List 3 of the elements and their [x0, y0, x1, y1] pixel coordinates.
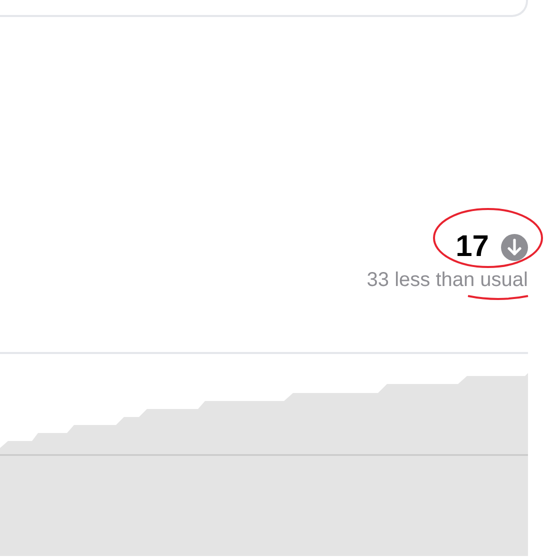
comparison-text: 33 less than usual [366, 270, 528, 290]
count-value: 17 [456, 232, 489, 262]
annotation-underline [466, 294, 530, 302]
